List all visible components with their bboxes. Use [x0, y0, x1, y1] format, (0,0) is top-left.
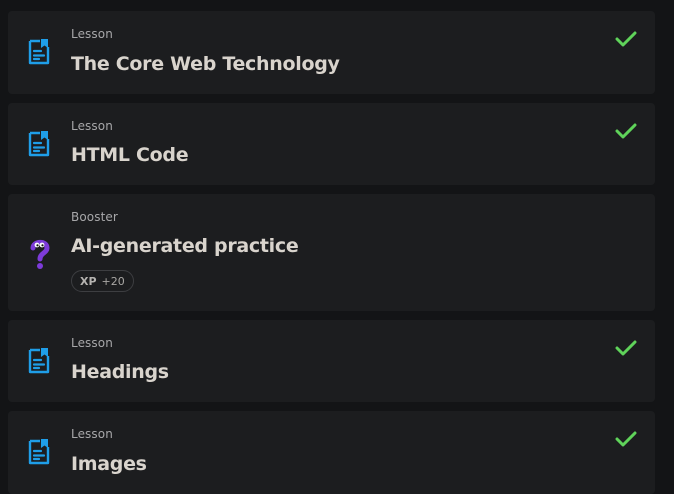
lesson-card[interactable]: Lesson HTML Code — [8, 103, 655, 185]
item-type-label: Lesson — [71, 336, 113, 350]
item-title: Images — [71, 453, 147, 475]
lesson-document-icon — [28, 39, 50, 65]
item-title: Headings — [71, 361, 169, 383]
item-type-label: Lesson — [71, 27, 113, 41]
item-title: HTML Code — [71, 144, 189, 166]
completed-check-icon — [615, 31, 637, 47]
booster-card[interactable]: Booster AI-generated practice XP +20 — [8, 194, 655, 311]
xp-reward-badge: XP +20 — [71, 270, 134, 292]
lesson-document-icon — [28, 439, 50, 465]
xp-label: XP — [80, 274, 97, 288]
completed-check-icon — [615, 340, 637, 356]
item-title: The Core Web Technology — [71, 53, 340, 75]
completed-check-icon — [615, 123, 637, 139]
lesson-card[interactable]: Lesson The Core Web Technology — [8, 11, 655, 94]
item-type-label: Lesson — [71, 119, 113, 133]
lesson-list: Lesson The Core Web Technology Lesson HT… — [0, 0, 674, 494]
item-type-label: Booster — [71, 210, 118, 224]
lesson-document-icon — [28, 131, 50, 157]
question-mark-mascot-icon — [30, 239, 50, 269]
item-type-label: Lesson — [71, 427, 113, 441]
lesson-card[interactable]: Lesson Headings — [8, 320, 655, 402]
xp-value: +20 — [101, 274, 125, 288]
item-title: AI-generated practice — [71, 235, 299, 257]
lesson-card[interactable]: Lesson Images — [8, 411, 655, 494]
completed-check-icon — [615, 431, 637, 447]
lesson-document-icon — [28, 348, 50, 374]
